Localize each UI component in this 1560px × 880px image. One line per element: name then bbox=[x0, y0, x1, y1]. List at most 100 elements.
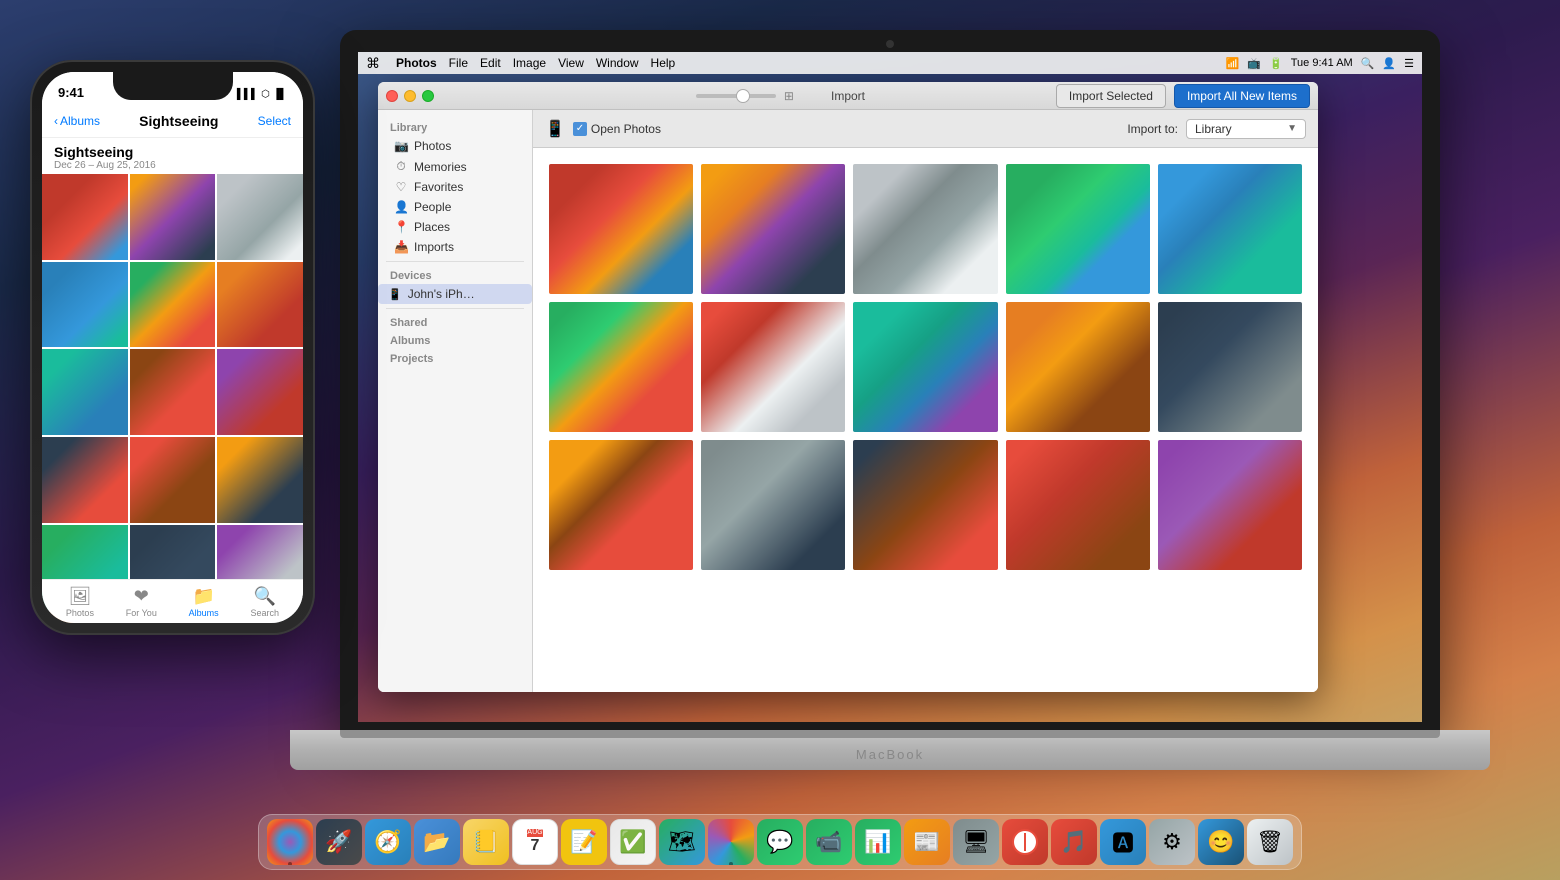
iphone-tab-foryou[interactable]: ❤ For You bbox=[126, 586, 157, 618]
photo-thumb[interactable] bbox=[549, 164, 693, 294]
sidebar-item-memories[interactable]: ⏱ Memories bbox=[378, 156, 532, 177]
import-phone-icon: 📱 bbox=[545, 119, 565, 139]
import-selected-button[interactable]: Import Selected bbox=[1056, 84, 1166, 108]
dock-calendar[interactable]: AUG 7 bbox=[512, 819, 558, 865]
iphone-photo-grid bbox=[42, 174, 303, 623]
menu-image[interactable]: Image bbox=[513, 56, 546, 70]
photo-thumb[interactable] bbox=[853, 440, 997, 570]
photo-thumb[interactable] bbox=[701, 440, 845, 570]
dock-safari[interactable]: 🧭 bbox=[365, 819, 411, 865]
dock-siri[interactable] bbox=[267, 819, 313, 865]
photo-thumb[interactable] bbox=[1158, 164, 1302, 294]
iphone-tab-photos[interactable]: 🖼 Photos bbox=[66, 586, 94, 618]
dock-stickies[interactable]: 📝 bbox=[561, 819, 607, 865]
dock-mas[interactable]: 🖥 bbox=[953, 819, 999, 865]
menu-bar-right: 📶 📺 🔋 Tue 9:41 AM 🔍 👤 ☰ bbox=[1226, 57, 1414, 70]
zoom-slider[interactable] bbox=[696, 94, 776, 98]
iphone-photo-cell[interactable] bbox=[42, 349, 128, 435]
dock-files[interactable]: 📂 bbox=[414, 819, 460, 865]
albums-tab-icon: 📁 bbox=[192, 586, 214, 607]
sidebar: Library 📷 Photos ⏱ Memories ♡ Favorites bbox=[378, 110, 533, 692]
list-icon[interactable]: ☰ bbox=[1404, 57, 1414, 70]
iphone-photo-cell[interactable] bbox=[130, 174, 216, 260]
import-to-value: Library bbox=[1195, 122, 1232, 136]
dock-launchpad[interactable]: 🚀 bbox=[316, 819, 362, 865]
dock-prefs[interactable]: ⚙ bbox=[1149, 819, 1195, 865]
photo-thumb[interactable] bbox=[549, 440, 693, 570]
import-buttons: Import Selected Import All New Items bbox=[1056, 84, 1310, 108]
dock-photos[interactable] bbox=[708, 819, 754, 865]
checkbox[interactable]: ✓ bbox=[573, 122, 587, 136]
macbook-base: MacBook bbox=[290, 730, 1490, 770]
dock-finder[interactable]: 😊 bbox=[1198, 819, 1244, 865]
dock-messages[interactable]: 💬 bbox=[757, 819, 803, 865]
search-tab-label: Search bbox=[251, 608, 280, 618]
dock-maps[interactable]: 🗺 bbox=[659, 819, 705, 865]
dock-news[interactable] bbox=[1002, 819, 1048, 865]
menu-help[interactable]: Help bbox=[651, 56, 676, 70]
camera bbox=[886, 40, 894, 48]
places-icon: 📍 bbox=[394, 220, 408, 234]
iphone-photo-cell[interactable] bbox=[130, 437, 216, 523]
photo-thumb[interactable] bbox=[853, 164, 997, 294]
iphone-photo-cell[interactable] bbox=[130, 349, 216, 435]
dock-reminders[interactable]: ✅ bbox=[610, 819, 656, 865]
import-to-select[interactable]: Library ▼ bbox=[1186, 119, 1306, 139]
iphone-select-button[interactable]: Select bbox=[258, 114, 291, 128]
photo-thumb[interactable] bbox=[1006, 164, 1150, 294]
sidebar-item-photos[interactable]: 📷 Photos bbox=[378, 136, 532, 156]
back-chevron-icon: ‹ bbox=[54, 114, 58, 128]
dock-appstore[interactable]: 🅰 bbox=[1100, 819, 1146, 865]
apple-menu-icon[interactable]: ⌘ bbox=[366, 55, 380, 72]
photo-thumb[interactable] bbox=[701, 302, 845, 432]
iphone-album-header: Sightseeing Dec 26 – Aug 25, 2016 bbox=[42, 138, 303, 174]
dock-music[interactable]: 🎵 bbox=[1051, 819, 1097, 865]
sidebar-item-device[interactable]: 📱 John's iPh… bbox=[378, 284, 532, 304]
photo-thumb[interactable] bbox=[853, 302, 997, 432]
iphone-back-button[interactable]: ‹ Albums bbox=[54, 114, 100, 128]
photo-thumb[interactable] bbox=[1158, 440, 1302, 570]
iphone-photo-cell[interactable] bbox=[130, 262, 216, 348]
grid-view-icon[interactable]: ⊞ bbox=[784, 89, 794, 103]
sidebar-photos-label: Photos bbox=[414, 139, 451, 153]
maximize-button[interactable] bbox=[422, 90, 434, 102]
sidebar-item-people[interactable]: 👤 People bbox=[378, 197, 532, 217]
menu-app-name[interactable]: Photos bbox=[396, 56, 437, 70]
iphone-tab-albums[interactable]: 📁 Albums bbox=[189, 586, 219, 618]
window-body: Library 📷 Photos ⏱ Memories ♡ Favorites bbox=[378, 110, 1318, 692]
sidebar-places-label: Places bbox=[414, 220, 450, 234]
photo-thumb[interactable] bbox=[1158, 302, 1302, 432]
sidebar-divider-2 bbox=[386, 308, 524, 309]
photo-thumb[interactable] bbox=[549, 302, 693, 432]
iphone-photo-cell[interactable] bbox=[42, 262, 128, 348]
dock-news-notes[interactable]: 📰 bbox=[904, 819, 950, 865]
photo-thumb[interactable] bbox=[1006, 302, 1150, 432]
close-button[interactable] bbox=[386, 90, 398, 102]
sidebar-item-places[interactable]: 📍 Places bbox=[378, 217, 532, 237]
iphone-photo-cell[interactable] bbox=[42, 174, 128, 260]
dock-facetime[interactable]: 📹 bbox=[806, 819, 852, 865]
iphone-tab-search[interactable]: 🔍 Search bbox=[251, 586, 280, 618]
menu-edit[interactable]: Edit bbox=[480, 56, 501, 70]
search-icon[interactable]: 🔍 bbox=[1361, 57, 1375, 70]
open-photos-checkbox[interactable]: ✓ Open Photos bbox=[573, 122, 661, 136]
iphone-photo-cell[interactable] bbox=[217, 174, 303, 260]
iphone-photo-cell[interactable] bbox=[217, 262, 303, 348]
minimize-button[interactable] bbox=[404, 90, 416, 102]
import-all-button[interactable]: Import All New Items bbox=[1174, 84, 1310, 108]
photo-thumb[interactable] bbox=[1006, 440, 1150, 570]
menu-file[interactable]: File bbox=[449, 56, 468, 70]
iphone-photo-cell[interactable] bbox=[217, 437, 303, 523]
sidebar-item-favorites[interactable]: ♡ Favorites bbox=[378, 177, 532, 197]
menu-view[interactable]: View bbox=[558, 56, 584, 70]
iphone-photo-cell[interactable] bbox=[42, 437, 128, 523]
sidebar-item-imports[interactable]: 📥 Imports bbox=[378, 237, 532, 257]
user-icon[interactable]: 👤 bbox=[1382, 57, 1396, 70]
dock-notes[interactable]: 📒 bbox=[463, 819, 509, 865]
menu-window[interactable]: Window bbox=[596, 56, 639, 70]
foryou-tab-label: For You bbox=[126, 608, 157, 618]
dock-trash[interactable]: 🗑 bbox=[1247, 819, 1293, 865]
iphone-photo-cell[interactable] bbox=[217, 349, 303, 435]
photo-thumb[interactable] bbox=[701, 164, 845, 294]
dock-numbers[interactable]: 📊 bbox=[855, 819, 901, 865]
